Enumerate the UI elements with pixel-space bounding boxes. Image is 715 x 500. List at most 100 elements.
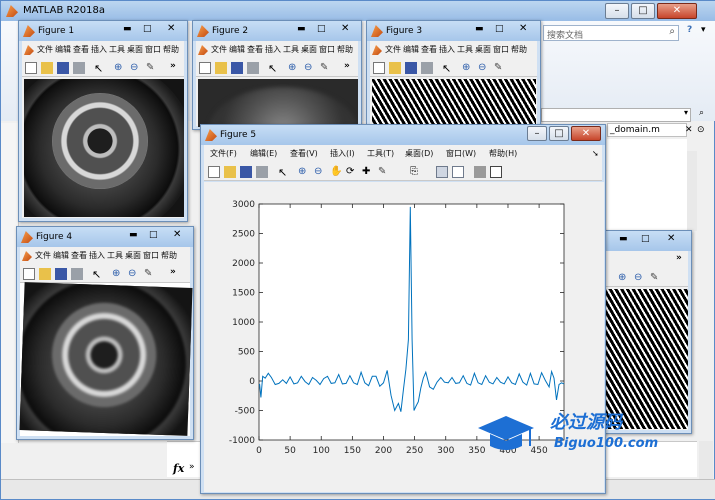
menu-help[interactable]: 帮助 bbox=[161, 250, 177, 261]
zoom-in-icon[interactable]: ⊕ bbox=[112, 268, 124, 280]
zoom-in-icon[interactable]: ⊕ bbox=[462, 62, 474, 74]
editor-menu-icon[interactable]: ⊙ bbox=[697, 125, 705, 135]
main-maximize-button[interactable]: □ bbox=[631, 3, 655, 19]
fx-icon[interactable]: fx bbox=[173, 462, 184, 475]
open-file-icon[interactable] bbox=[39, 268, 51, 280]
print-icon[interactable] bbox=[71, 268, 83, 280]
new-figure-icon[interactable] bbox=[208, 166, 220, 178]
menu-tools[interactable]: 工具 bbox=[283, 44, 299, 55]
menu-desktop[interactable]: 桌面 bbox=[475, 44, 491, 55]
menu-help[interactable]: 帮助(H) bbox=[489, 148, 517, 159]
search-folder-icon[interactable]: ⌕ bbox=[699, 108, 711, 122]
menu-insert[interactable]: 插入 bbox=[91, 44, 107, 55]
pointer-icon[interactable]: ↖ bbox=[268, 62, 280, 75]
save-icon[interactable] bbox=[240, 166, 252, 178]
zoom-in-icon[interactable]: ⊕ bbox=[114, 62, 126, 74]
maximize-button[interactable]: □ bbox=[149, 230, 158, 240]
minimize-button[interactable]: ▬ bbox=[129, 230, 138, 240]
close-button[interactable]: ✕ bbox=[667, 233, 675, 244]
zoom-in-icon[interactable]: ⊕ bbox=[618, 272, 630, 284]
menu-desktop[interactable]: 桌面 bbox=[127, 44, 143, 55]
open-file-icon[interactable] bbox=[215, 62, 227, 74]
minimize-button[interactable]: ▬ bbox=[619, 234, 628, 244]
print-icon[interactable] bbox=[256, 166, 268, 178]
menu-insert[interactable]: 插入 bbox=[439, 44, 455, 55]
hide-plot-tools-icon[interactable] bbox=[474, 166, 486, 178]
menu-file[interactable]: 文件 bbox=[35, 250, 51, 261]
brush-icon[interactable]: ✎ bbox=[146, 62, 158, 74]
editor-close-icon[interactable]: ✕ bbox=[685, 125, 693, 135]
open-file-icon[interactable] bbox=[224, 166, 236, 178]
open-file-icon[interactable] bbox=[41, 62, 53, 74]
maximize-button[interactable]: □ bbox=[317, 24, 326, 34]
menu-window[interactable]: 窗口 bbox=[143, 250, 159, 261]
address-bar[interactable] bbox=[541, 108, 691, 122]
close-button[interactable]: ✕ bbox=[341, 23, 349, 34]
minimize-button[interactable]: ▬ bbox=[297, 24, 306, 34]
zoom-out-icon[interactable]: ⊖ bbox=[128, 268, 140, 280]
search-field[interactable]: 搜索文档 ⌕ bbox=[543, 25, 679, 41]
menu-edit[interactable]: 编辑 bbox=[403, 44, 419, 55]
menu-view[interactable]: 查看 bbox=[71, 250, 87, 261]
menu-view[interactable]: 查看 bbox=[421, 44, 437, 55]
pointer-icon[interactable]: ↖ bbox=[92, 268, 104, 281]
menu-insert[interactable]: 插入(I) bbox=[330, 148, 355, 159]
toolbar-more-icon[interactable]: » bbox=[170, 267, 176, 277]
data-cursor-icon[interactable]: ✚ bbox=[362, 166, 374, 178]
help-icon[interactable]: ? bbox=[687, 25, 701, 39]
menu-file[interactable]: 文件 bbox=[211, 44, 227, 55]
save-icon[interactable] bbox=[55, 268, 67, 280]
new-figure-icon[interactable] bbox=[25, 62, 37, 74]
zoom-out-icon[interactable]: ⊖ bbox=[314, 166, 326, 178]
menu-file[interactable]: 文件 bbox=[385, 44, 401, 55]
menu-window[interactable]: 窗口(W) bbox=[446, 148, 476, 159]
pan-hand-icon[interactable]: ✋ bbox=[330, 166, 342, 178]
menu-help[interactable]: 帮助 bbox=[163, 44, 179, 55]
new-figure-icon[interactable] bbox=[373, 62, 385, 74]
save-icon[interactable] bbox=[231, 62, 243, 74]
print-icon[interactable] bbox=[73, 62, 85, 74]
editor-scrollbar[interactable] bbox=[687, 151, 697, 231]
menu-tools[interactable]: 工具 bbox=[107, 250, 123, 261]
collapse-toolstrip-icon[interactable]: ▾ bbox=[701, 25, 713, 39]
menu-window[interactable]: 窗口 bbox=[319, 44, 335, 55]
zoom-in-icon[interactable]: ⊕ bbox=[298, 166, 310, 178]
zoom-in-icon[interactable]: ⊕ bbox=[288, 62, 300, 74]
save-icon[interactable] bbox=[57, 62, 69, 74]
editor-file-tab[interactable]: _domain.m bbox=[607, 123, 687, 137]
new-figure-icon[interactable] bbox=[199, 62, 211, 74]
dock-arrow-icon[interactable]: ➘ bbox=[592, 149, 599, 158]
brush-icon[interactable]: ✎ bbox=[144, 268, 156, 280]
rotate-3d-icon[interactable]: ⟳ bbox=[346, 166, 358, 178]
maximize-button[interactable]: □ bbox=[495, 24, 504, 34]
brush-icon[interactable]: ✎ bbox=[494, 62, 506, 74]
menu-edit[interactable]: 编辑 bbox=[53, 250, 69, 261]
brush-icon[interactable]: ✎ bbox=[378, 166, 390, 178]
menu-edit[interactable]: 编辑(E) bbox=[250, 148, 277, 159]
menu-tools[interactable]: 工具 bbox=[457, 44, 473, 55]
menu-desktop[interactable]: 桌面(D) bbox=[405, 148, 433, 159]
minimize-button[interactable]: – bbox=[527, 126, 547, 141]
menu-desktop[interactable]: 桌面 bbox=[301, 44, 317, 55]
menu-view[interactable]: 查看 bbox=[73, 44, 89, 55]
command-scrollbar[interactable] bbox=[699, 441, 713, 479]
pointer-icon[interactable]: ↖ bbox=[442, 62, 454, 75]
menu-window[interactable]: 窗口 bbox=[145, 44, 161, 55]
menu-edit[interactable]: 编辑 bbox=[55, 44, 71, 55]
open-file-icon[interactable] bbox=[389, 62, 401, 74]
brush-icon[interactable]: ✎ bbox=[320, 62, 332, 74]
new-figure-icon[interactable] bbox=[23, 268, 35, 280]
pointer-icon[interactable]: ↖ bbox=[94, 62, 106, 75]
menu-insert[interactable]: 插入 bbox=[265, 44, 281, 55]
minimize-button[interactable]: ▬ bbox=[123, 24, 132, 34]
search-icon[interactable]: ⌕ bbox=[669, 26, 675, 37]
link-plot-icon[interactable]: ⎘ bbox=[410, 166, 422, 178]
menu-window[interactable]: 窗口 bbox=[493, 44, 509, 55]
show-plot-tools-icon[interactable] bbox=[490, 166, 502, 178]
print-icon[interactable] bbox=[247, 62, 259, 74]
close-button[interactable]: ✕ bbox=[571, 126, 601, 141]
zoom-out-icon[interactable]: ⊖ bbox=[478, 62, 490, 74]
maximize-button[interactable]: □ bbox=[143, 24, 152, 34]
menu-help[interactable]: 帮助 bbox=[337, 44, 353, 55]
menu-file[interactable]: 文件(F) bbox=[210, 148, 237, 159]
